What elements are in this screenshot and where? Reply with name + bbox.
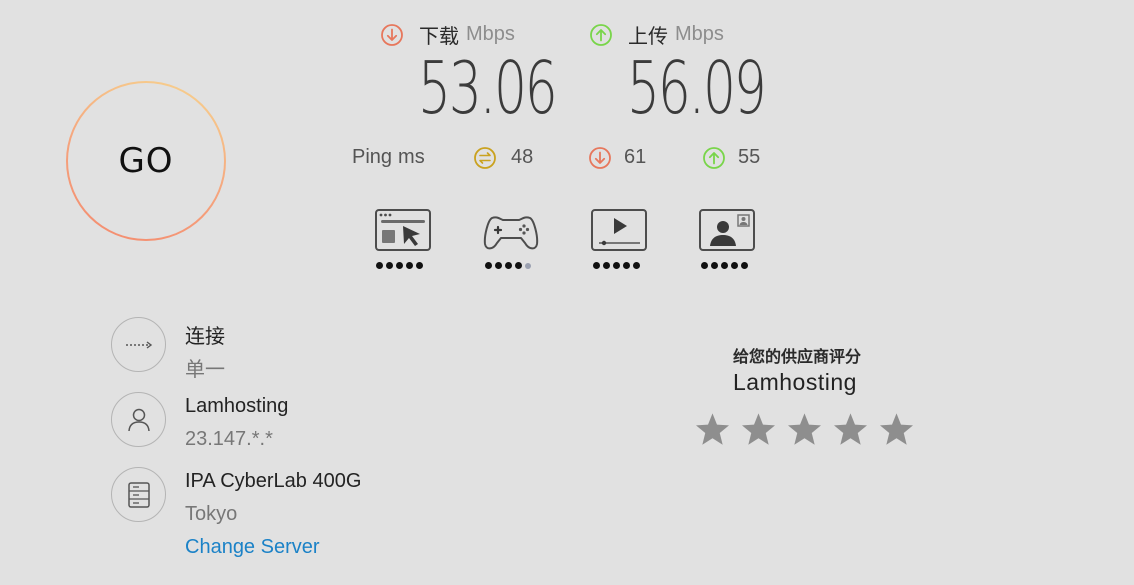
download-unit: Mbps xyxy=(466,23,515,45)
gaming-rating[interactable] xyxy=(482,207,540,269)
upload-unit: Mbps xyxy=(675,23,724,45)
video-streaming-rating[interactable] xyxy=(590,207,648,269)
ping-idle: 48 xyxy=(474,146,533,169)
rate-provider-name: Lamhosting xyxy=(733,369,857,395)
star-icon[interactable] xyxy=(786,411,823,448)
video-chat-rating[interactable] xyxy=(698,207,756,269)
ping-upload-value: 55 xyxy=(738,146,761,168)
video-streaming-icon xyxy=(591,209,647,251)
server-icon xyxy=(127,481,150,508)
server-name: IPA CyberLab 400G xyxy=(185,470,362,492)
user-icon xyxy=(127,408,150,431)
connections-button[interactable] xyxy=(111,317,166,372)
connections-value: 单一 xyxy=(185,359,225,381)
ping-label: Ping ms xyxy=(352,146,425,169)
download-value: 53.06 xyxy=(418,46,558,130)
arrow-up-circle-icon xyxy=(703,146,725,169)
go-button[interactable]: GO xyxy=(66,81,226,241)
download-label: 下载 xyxy=(419,26,459,48)
ping-unit: ms xyxy=(398,146,425,168)
upload-header: 上传 Mbps xyxy=(590,20,724,49)
ping-idle-value: 48 xyxy=(511,146,534,168)
connections-title: 连接 xyxy=(185,326,225,348)
ping-download: 61 xyxy=(589,146,646,169)
video-chat-icon xyxy=(699,209,755,251)
web-browsing-rating[interactable] xyxy=(374,207,432,269)
upload-label: 上传 xyxy=(628,26,668,48)
arrow-down-circle-icon xyxy=(381,23,403,46)
ping-idle-icon xyxy=(474,146,496,169)
ping-upload: 55 xyxy=(703,146,760,169)
arrow-up-circle-icon xyxy=(590,23,612,46)
video-streaming-dots xyxy=(593,262,648,269)
provider-name: Lamhosting xyxy=(185,395,289,417)
gaming-icon xyxy=(483,216,539,250)
server-circle xyxy=(111,467,166,522)
go-button-label: GO xyxy=(118,141,174,181)
upload-value: 56.09 xyxy=(627,46,767,130)
rate-provider-title: 给您的供应商评分 xyxy=(733,349,862,366)
gaming-dots xyxy=(485,262,540,269)
web-browsing-icon xyxy=(375,209,431,251)
web-browsing-dots xyxy=(376,262,432,269)
ping-title: Ping xyxy=(352,146,393,168)
star-icon[interactable] xyxy=(878,411,915,448)
change-server-link[interactable]: Change Server xyxy=(185,536,320,559)
video-chat-dots xyxy=(701,262,756,269)
download-header: 下载 Mbps xyxy=(381,20,515,49)
star-icon[interactable] xyxy=(694,411,731,448)
provider-circle xyxy=(111,392,166,447)
server-location: Tokyo xyxy=(185,503,238,525)
provider-ip: 23.147.*.* xyxy=(185,428,273,450)
star-icon[interactable] xyxy=(740,411,777,448)
ping-download-value: 61 xyxy=(624,146,647,168)
rating-stars xyxy=(694,411,915,448)
connections-icon xyxy=(125,340,152,349)
star-icon[interactable] xyxy=(832,411,869,448)
arrow-down-circle-icon xyxy=(589,146,611,169)
